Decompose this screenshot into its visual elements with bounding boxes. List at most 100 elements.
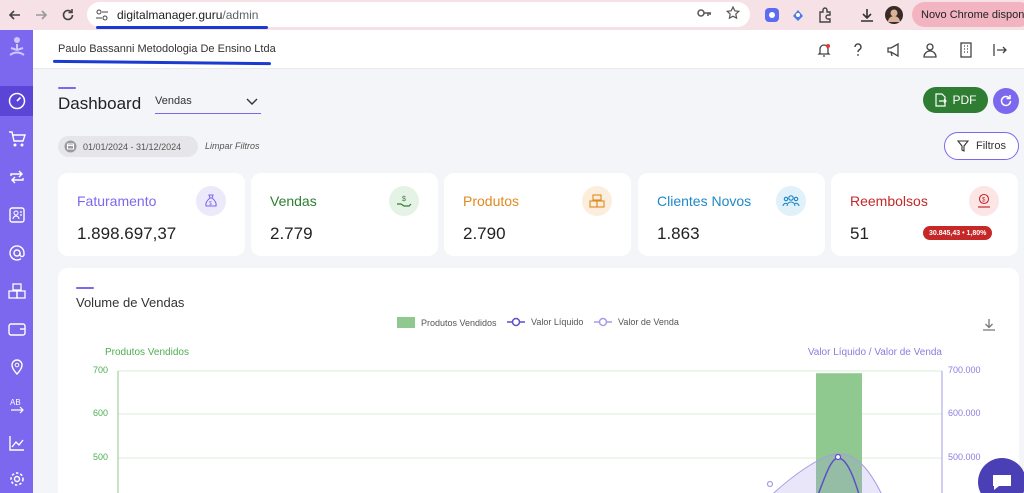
sales-volume-chart-card: Volume de Vendas Produtos Vendidos Valor… xyxy=(58,268,1019,493)
pdf-label: PDF xyxy=(952,93,977,107)
back-icon[interactable] xyxy=(3,3,27,27)
notifications-bell-icon[interactable] xyxy=(815,41,833,59)
refresh-icon xyxy=(1000,95,1012,107)
title-accent xyxy=(58,87,76,89)
gear-icon xyxy=(9,472,24,486)
url-path: /admin xyxy=(222,7,259,22)
key-icon[interactable] xyxy=(696,6,712,20)
address-bar[interactable]: digitalmanager.guru/admin xyxy=(87,2,750,27)
sidebar-item-wallet[interactable] xyxy=(0,314,33,344)
page-title: Dashboard xyxy=(58,94,142,113)
ab-test-icon: AB xyxy=(10,398,24,414)
sidebar-item-ab-test[interactable]: AB xyxy=(0,390,33,420)
logout-icon[interactable] xyxy=(991,41,1009,59)
hand-money-icon: $ xyxy=(389,186,419,216)
browser-toolbar: digitalmanager.guru/admin Novo Chrome di… xyxy=(0,0,1024,30)
chevron-down-icon xyxy=(245,94,259,108)
stat-card-clientes-novos: Clientes Novos 1.863 xyxy=(638,173,825,256)
filters-button[interactable]: Filtros xyxy=(944,132,1019,160)
stat-card-vendas: Vendas 2.779 $ xyxy=(251,173,438,256)
at-sign-icon xyxy=(8,245,25,261)
point-valor-liquido xyxy=(834,453,842,461)
view-select-value: Vendas xyxy=(155,95,192,107)
chrome-update-button[interactable]: Novo Chrome disponível xyxy=(912,2,1024,27)
reload-icon[interactable] xyxy=(56,3,80,27)
card-label: Reembolsos xyxy=(850,193,928,209)
card-label: Faturamento xyxy=(77,193,157,209)
extensions-puzzle-icon[interactable] xyxy=(815,5,835,25)
card-value: 2.790 xyxy=(463,224,506,243)
view-select[interactable]: Vendas xyxy=(155,92,261,114)
date-range-filter[interactable]: 01/01/2024 - 31/12/2024 xyxy=(58,136,198,157)
card-label: Produtos xyxy=(463,193,520,209)
export-pdf-button[interactable]: PDF xyxy=(923,87,988,113)
svg-text:AB: AB xyxy=(10,398,21,407)
boxes-icon xyxy=(7,283,26,299)
url-underline-annotation xyxy=(96,26,268,29)
extension-icon-1[interactable] xyxy=(762,5,782,25)
sidebar-item-sales[interactable] xyxy=(0,124,33,154)
support-chat-button[interactable] xyxy=(978,458,1024,493)
calendar-icon xyxy=(64,140,77,153)
filter-funnel-icon xyxy=(957,140,970,152)
refresh-button[interactable] xyxy=(993,88,1019,114)
site-settings-icon[interactable] xyxy=(95,8,109,22)
sidebar-item-products[interactable] xyxy=(0,276,33,306)
user-icon[interactable] xyxy=(921,41,939,59)
app-topbar: Paulo Bassanni Metodologia De Ensino Ltd… xyxy=(33,30,1024,69)
svg-text:$: $ xyxy=(209,201,212,207)
sidebar-item-reports[interactable] xyxy=(0,428,33,458)
help-icon[interactable] xyxy=(849,41,867,59)
series-valor-de-venda-area xyxy=(773,453,882,493)
download-toolbar-icon[interactable] xyxy=(857,5,877,25)
cart-icon xyxy=(8,131,26,147)
sidebar-item-contacts[interactable] xyxy=(0,200,33,230)
card-value: 51 xyxy=(850,224,869,243)
boxes-icon xyxy=(582,186,612,216)
map-pin-icon xyxy=(10,359,23,375)
money-bag-icon: $ xyxy=(196,186,226,216)
refund-badge: 30.845,43 • 1,80% xyxy=(923,226,993,240)
chat-icon xyxy=(993,475,1011,490)
speedometer-icon xyxy=(8,92,25,110)
sidebar: AB xyxy=(0,30,33,493)
forward-icon[interactable] xyxy=(29,3,53,27)
profile-avatar-icon[interactable] xyxy=(884,5,904,25)
repeat-icon xyxy=(9,170,24,184)
card-label: Vendas xyxy=(270,193,317,209)
card-value: 2.779 xyxy=(270,224,313,243)
sidebar-item-email[interactable] xyxy=(0,238,33,268)
date-range-text: 01/01/2024 - 31/12/2024 xyxy=(83,141,182,152)
chart-plot xyxy=(117,370,943,493)
file-export-icon xyxy=(934,93,947,107)
extension-icon-2[interactable] xyxy=(788,5,808,25)
stat-card-reembolsos: Reembolsos 51 30.845,43 • 1,80% $ xyxy=(831,173,1018,256)
sidebar-item-settings[interactable] xyxy=(0,464,33,493)
company-name: Paulo Bassanni Metodologia De Ensino Ltd… xyxy=(58,43,276,55)
filters-label: Filtros xyxy=(976,140,1006,152)
bookmark-star-icon[interactable] xyxy=(726,6,740,20)
megaphone-icon[interactable] xyxy=(885,41,903,59)
building-icon[interactable] xyxy=(957,41,975,59)
card-value: 1.863 xyxy=(657,224,700,243)
sidebar-item-subscriptions[interactable] xyxy=(0,162,33,192)
card-value: 1.898.697,37 xyxy=(77,224,177,243)
svg-text:$: $ xyxy=(402,196,406,203)
clear-filters-link[interactable]: Limpar Filtros xyxy=(205,141,260,151)
area-chart-icon xyxy=(8,436,24,451)
point-valor-de-venda xyxy=(766,480,774,488)
sidebar-item-dashboard[interactable] xyxy=(0,86,33,116)
sidebar-item-location[interactable] xyxy=(0,352,33,382)
url-domain: digitalmanager.guru xyxy=(117,7,223,22)
company-underline-annotation xyxy=(52,59,272,66)
yoga-logo-icon[interactable] xyxy=(0,32,33,62)
url-text: digitalmanager.guru/admin xyxy=(117,8,258,22)
stat-card-produtos: Produtos 2.790 xyxy=(444,173,631,256)
svg-text:$: $ xyxy=(982,198,986,204)
stat-card-faturamento: Faturamento 1.898.697,37 $ xyxy=(58,173,245,256)
refund-coin-icon: $ xyxy=(969,186,999,216)
contact-card-icon xyxy=(8,207,25,223)
card-label: Clientes Novos xyxy=(657,193,752,209)
users-group-icon xyxy=(776,186,806,216)
wallet-icon xyxy=(7,323,26,336)
